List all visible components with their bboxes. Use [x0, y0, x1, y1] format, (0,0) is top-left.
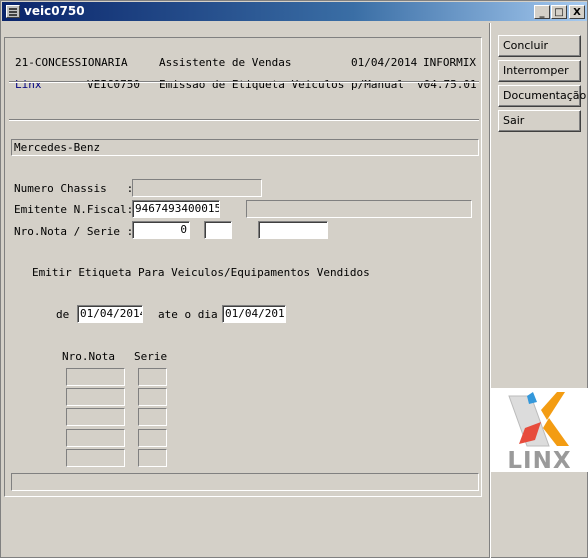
- linx-logo-text: LINX: [507, 448, 572, 474]
- extra-field[interactable]: [258, 221, 328, 239]
- maximize-button[interactable]: □: [551, 5, 567, 19]
- grid-header-serie: Serie: [134, 350, 168, 363]
- app-window: veic0750 _ □ X 21-CONCESSIONARIA Assiste…: [0, 0, 588, 558]
- header-db: INFORMIX: [423, 56, 476, 69]
- chassis-field[interactable]: [132, 179, 262, 197]
- date-to-field[interactable]: 01/04/2014: [222, 305, 286, 323]
- grid-nota-cell[interactable]: [66, 388, 125, 406]
- header-program: VEIC0750: [87, 78, 140, 91]
- linx-logo: LINX: [491, 388, 588, 474]
- header-separator: [9, 81, 479, 83]
- grid-nota-cell[interactable]: [66, 449, 125, 467]
- linx-x-icon: [508, 392, 569, 447]
- app-menu-icon[interactable]: [6, 5, 20, 18]
- chassis-label: Numero Chassis :: [14, 182, 134, 195]
- emitente-label: Emitente N.Fiscal:: [14, 203, 134, 216]
- grid-serie-cell[interactable]: [138, 368, 167, 386]
- nota-label: Nro.Nota / Serie :: [14, 225, 134, 238]
- close-button[interactable]: X: [569, 5, 585, 19]
- concluir-button[interactable]: Concluir: [498, 35, 581, 57]
- header-separator-2: [9, 119, 479, 121]
- date-from-label: de: [56, 308, 70, 321]
- grid-header-nota: Nro.Nota: [62, 350, 115, 363]
- company-name-box: Mercedes-Benz: [11, 139, 479, 156]
- header-date: 01/04/2014: [351, 56, 418, 69]
- documentacao-button[interactable]: Documentação: [498, 85, 586, 107]
- emitente-field[interactable]: 94674934000152: [132, 200, 220, 218]
- nota-field[interactable]: 0: [132, 221, 190, 239]
- interromper-button[interactable]: Interromper: [498, 60, 581, 82]
- sair-button[interactable]: Sair: [498, 110, 581, 132]
- grid-serie-cell[interactable]: [138, 388, 167, 406]
- header-company: 21-CONCESSIONARIA: [15, 56, 128, 69]
- section-title: Emitir Etiqueta Para Veiculos/Equipament…: [32, 266, 370, 279]
- grid-serie-cell[interactable]: [138, 449, 167, 467]
- title-bar[interactable]: veic0750 _ □ X: [2, 2, 587, 21]
- grid-nota-cell[interactable]: [66, 429, 125, 447]
- window-title: veic0750: [24, 4, 85, 18]
- status-bar: [11, 473, 479, 491]
- date-to-label: ate o dia: [158, 308, 218, 321]
- company-name: Mercedes-Benz: [14, 141, 101, 154]
- minimize-button[interactable]: _: [534, 5, 550, 19]
- grid-nota-cell[interactable]: [66, 408, 125, 426]
- vertical-separator: [489, 23, 491, 558]
- grid-serie-cell[interactable]: [138, 408, 167, 426]
- header-module: Assistente de Vendas: [159, 56, 292, 69]
- emitente-name-field: [246, 200, 472, 218]
- grid-nota-cell[interactable]: [66, 368, 125, 386]
- header-version: v04.75.01: [417, 78, 477, 91]
- header-description: Emissao de Etiqueta Veiculos p/Manual: [159, 78, 405, 91]
- header-brand: Linx: [15, 78, 42, 91]
- serie-field[interactable]: [204, 221, 232, 239]
- date-from-field[interactable]: 01/04/2014: [77, 305, 143, 323]
- grid-serie-cell[interactable]: [138, 429, 167, 447]
